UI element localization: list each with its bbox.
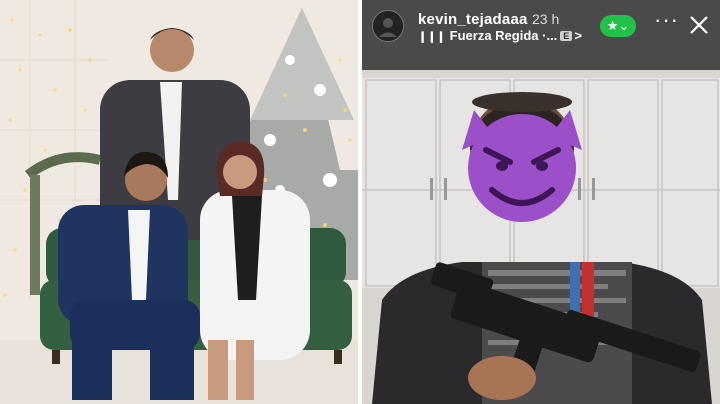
story-panel: kevin_tejadaaa 23 h ❙❙❙ Fuerza Regida ·..… [362, 0, 720, 404]
story-header: kevin_tejadaaa 23 h ❙❙❙ Fuerza Regida ·..… [362, 0, 720, 70]
music-title: Fuerza Regida ·... [449, 28, 558, 43]
more-horizontal-icon[interactable]: ··· [654, 9, 679, 31]
close-friends-badge[interactable]: ★⌄ [600, 15, 636, 37]
family-photo [0, 0, 358, 404]
family-photo-panel [0, 0, 358, 404]
star-chevron-icon: ★⌄ [606, 18, 630, 33]
music-bars-icon: ❙❙❙ [418, 31, 446, 43]
profile-avatar[interactable] [372, 10, 404, 42]
explicit-badge: E [560, 31, 573, 41]
chevron-right-icon: > [574, 28, 582, 43]
story-music-link[interactable]: ❙❙❙ Fuerza Regida ·... E > [418, 28, 582, 43]
story-timestamp: 23 h [532, 11, 560, 27]
close-icon[interactable] [688, 14, 710, 36]
story-username[interactable]: kevin_tejadaaa [418, 11, 528, 28]
